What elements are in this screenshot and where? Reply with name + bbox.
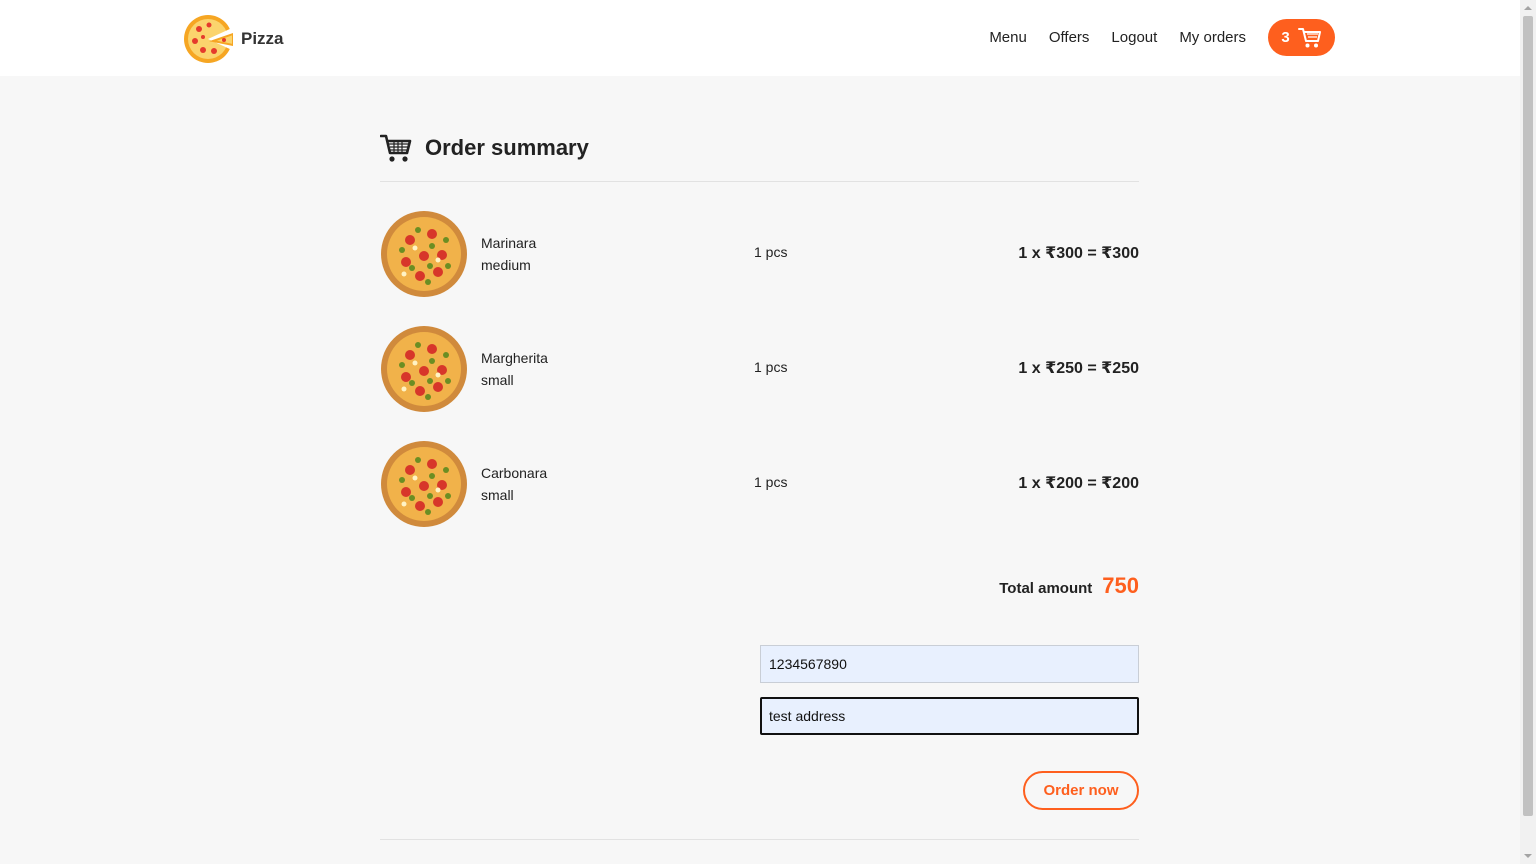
item-title: Carbonara [481,465,548,481]
item-price: 1 x ₹200 = ₹200 [1018,475,1139,492]
shopping-cart-icon [1297,27,1321,47]
total-amount: Total amount 750 [999,573,1139,599]
item-size: medium [481,257,531,273]
phone-field[interactable] [760,645,1139,683]
order-now-button[interactable]: Order now [1023,771,1139,810]
scrollbar-thumb[interactable] [1523,16,1533,816]
list-item: Margherita small 1 pcs 1 x ₹250 = ₹250 [380,325,1139,413]
total-value: 750 [1102,573,1139,598]
item-size: small [481,487,514,503]
summary-header: Order summary [380,133,589,163]
item-title: Marinara [481,235,537,251]
item-name: Margherita small [481,347,548,391]
brand[interactable]: Pizza [183,14,284,64]
order-summary-section: Order summary Marinara medium 1 pcs 1 x … [380,0,1139,864]
nav-link-my-orders[interactable]: My orders [1179,29,1246,46]
page-title: Order summary [425,135,589,160]
cart-count: 3 [1281,29,1290,46]
pizza-image [381,441,467,527]
item-quantity: 1 pcs [754,359,788,375]
divider [380,181,1139,182]
scroll-down-arrow-icon[interactable] [1520,848,1536,864]
item-price: 1 x ₹250 = ₹250 [1018,360,1139,377]
address-field[interactable] [760,697,1139,735]
list-item: Marinara medium 1 pcs 1 x ₹300 = ₹300 [380,210,1139,298]
item-title: Margherita [481,350,548,366]
pizza-image [381,326,467,412]
divider [380,839,1139,840]
brand-name: Pizza [241,29,284,48]
scrollbar[interactable] [1520,0,1536,864]
shopping-cart-icon [380,134,412,162]
item-name: Marinara medium [481,232,536,276]
pizza-image [381,211,467,297]
pizza-logo-icon [184,15,233,63]
list-item: Carbonara small 1 pcs 1 x ₹200 = ₹200 [380,440,1139,528]
item-quantity: 1 pcs [754,474,788,490]
item-size: small [481,372,514,388]
scroll-up-arrow-icon[interactable] [1520,0,1536,16]
item-price: 1 x ₹300 = ₹300 [1018,245,1139,262]
total-label: Total amount [999,580,1093,597]
cart-button[interactable]: 3 [1268,19,1335,56]
item-name: Carbonara small [481,462,547,506]
item-quantity: 1 pcs [754,244,788,260]
